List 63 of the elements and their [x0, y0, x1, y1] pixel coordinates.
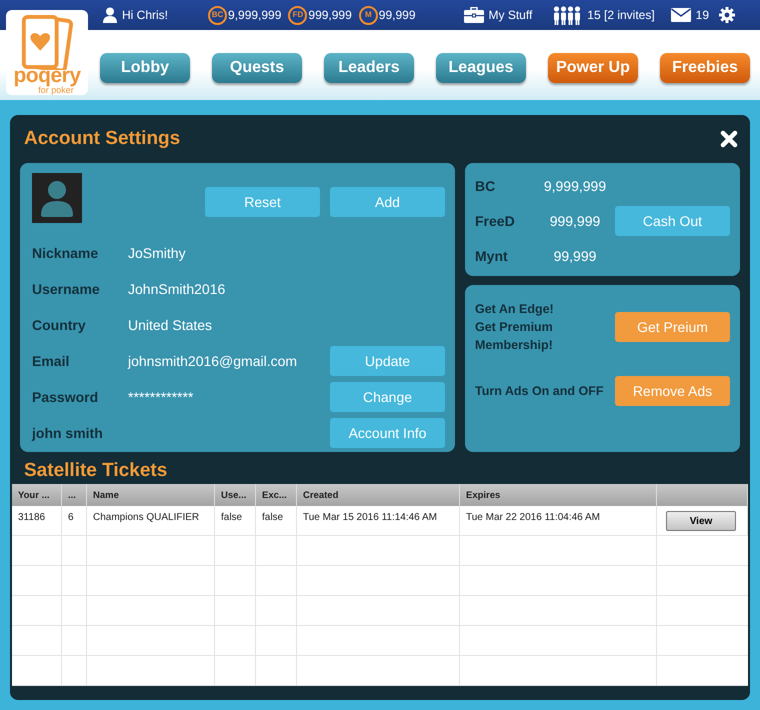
column-header: Created	[297, 484, 460, 506]
panel-title: Account Settings	[24, 128, 180, 150]
offer-text: Get An Edge! Get Premium Membership!	[475, 301, 555, 354]
offer-button[interactable]: Remove Ads	[615, 376, 730, 406]
column-header: Expires	[460, 484, 657, 506]
balance-label: BC	[475, 178, 496, 194]
column-header: Name	[87, 484, 215, 506]
column-header: Your ...	[12, 484, 62, 506]
nav-button[interactable]: Leagues	[436, 53, 526, 83]
currency-amount: 999,999	[308, 8, 352, 22]
action-button[interactable]: Add	[330, 187, 445, 217]
friends-count[interactable]: 15 [2 invites]	[587, 8, 655, 22]
nav-button[interactable]: Quests	[212, 53, 302, 83]
column-header: Exc...	[256, 484, 297, 506]
currency-amount: 99,999	[378, 8, 416, 22]
field-value: United States	[128, 317, 214, 333]
cards-icon	[19, 14, 75, 70]
nav-button[interactable]: Power Up	[548, 53, 638, 83]
action-button[interactable]: Reset	[205, 187, 320, 217]
field-label: Country	[32, 317, 87, 333]
field-label: Nickname	[32, 245, 100, 261]
balance-label: Mynt	[475, 248, 509, 264]
offer-button[interactable]: Get Preium	[615, 312, 730, 342]
briefcase-icon	[464, 7, 484, 23]
view-button[interactable]: View	[666, 511, 736, 531]
message-count[interactable]: 19	[696, 8, 710, 22]
settings-icon[interactable]	[719, 7, 736, 23]
currency-badge: FD	[288, 6, 308, 24]
field-value: ************	[128, 389, 194, 405]
user-icon	[103, 7, 117, 23]
section-title: Satellite Tickets	[23, 459, 168, 483]
currency-badge: M	[358, 6, 378, 24]
field-value: JohnSmith2016	[128, 281, 226, 297]
column-header: Use...	[215, 484, 256, 506]
field-label: Username	[32, 281, 101, 297]
greeting-text: Hi Chris!	[122, 8, 168, 22]
people-icon	[552, 6, 582, 24]
column-header: ...	[62, 484, 87, 506]
avatar-icon	[32, 173, 82, 223]
currency-badge: BC	[208, 6, 228, 24]
action-button[interactable]: Update	[330, 346, 445, 376]
close-icon[interactable]	[720, 130, 738, 148]
currency-amount: 9,999,999	[228, 8, 282, 22]
balance-amount: 9,999,999	[542, 178, 608, 194]
cash-out-button[interactable]: Cash Out	[615, 206, 730, 236]
logo-tagline: for poker	[38, 85, 74, 95]
balance-amount: 99,999	[552, 248, 598, 264]
nav-button[interactable]: Lobby	[100, 53, 190, 83]
nav-button[interactable]: Leaders	[324, 53, 414, 83]
balance-amount: 999,999	[548, 212, 602, 228]
envelope-icon	[670, 8, 691, 22]
field-value: johnsmith2016@gmail.com	[128, 353, 298, 369]
offer-text: Turn Ads On and OFF	[475, 383, 604, 400]
action-button[interactable]: Change	[330, 382, 445, 412]
field-label: Email	[32, 353, 70, 369]
balance-label: FreeD	[475, 212, 516, 228]
my-stuff-link[interactable]: My Stuff	[488, 8, 532, 22]
nav-button[interactable]: Freebies	[660, 53, 750, 83]
action-button[interactable]: Account Info	[330, 418, 445, 448]
field-value: JoSmithy	[128, 245, 187, 261]
field-label: john smith	[32, 425, 104, 441]
logo-wordmark: poqery	[13, 67, 80, 85]
field-label: Password	[32, 389, 100, 405]
